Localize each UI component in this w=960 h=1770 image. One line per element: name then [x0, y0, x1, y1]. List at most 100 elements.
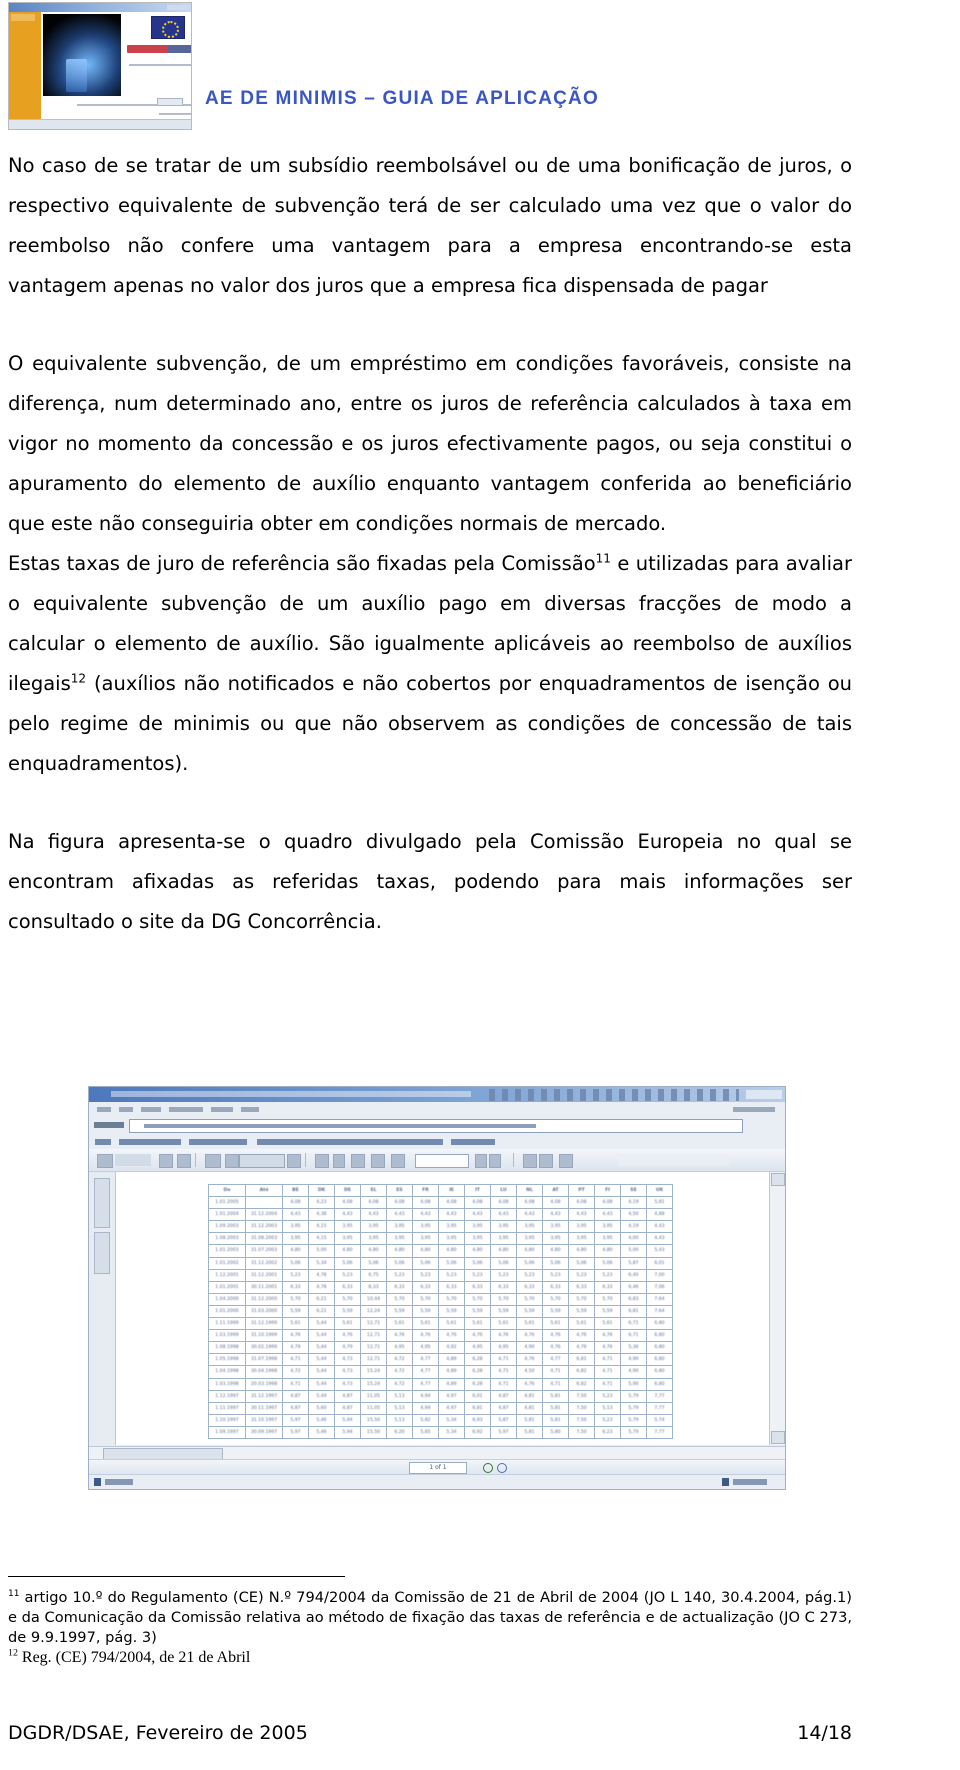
table-cell: 5,44	[308, 1365, 335, 1379]
table-cell: 5,23	[386, 1268, 413, 1282]
table-cell: 5,87	[490, 1413, 517, 1427]
rotate-cw-icon[interactable]	[489, 1154, 501, 1168]
table-cell: 1.03.1998	[208, 1377, 246, 1391]
save-copy-button[interactable]	[97, 1154, 113, 1168]
link-free-hotmail[interactable]	[189, 1139, 247, 1145]
table-cell	[245, 1196, 283, 1210]
save-copy-label	[115, 1154, 151, 1166]
print-icon[interactable]	[159, 1154, 173, 1168]
table-cell: 4,76	[490, 1329, 517, 1343]
link-customize[interactable]	[119, 1139, 181, 1145]
select-text-icon[interactable]	[225, 1154, 239, 1168]
fit-width-icon[interactable]	[391, 1154, 405, 1168]
table-cell: 4,71	[282, 1353, 309, 1367]
address-input[interactable]	[129, 1119, 743, 1133]
table-cell: 4,88	[646, 1208, 673, 1222]
table-cell: 5,59	[464, 1304, 491, 1319]
table-cell: 4,43	[386, 1208, 413, 1222]
table-cell: 4,08	[516, 1196, 543, 1210]
table-header-cell: Até	[245, 1183, 283, 1198]
table-cell: 5,70	[516, 1292, 543, 1306]
table-cell: 5,44	[308, 1353, 335, 1367]
table-cell: 4,08	[568, 1196, 595, 1210]
table-cell: 30.02.1999	[245, 1341, 283, 1355]
table-cell: 6,33	[412, 1280, 439, 1294]
fit-page-icon[interactable]	[371, 1154, 385, 1168]
table-cell: 31.12.2003	[245, 1220, 283, 1234]
table-cell: 4,08	[282, 1196, 309, 1210]
table-cell: 4,94	[412, 1401, 439, 1415]
zoom-level-box[interactable]	[415, 1154, 469, 1168]
rotate-ccw-icon[interactable]	[475, 1154, 487, 1168]
continuous-view-icon[interactable]	[497, 1463, 507, 1473]
table-cell: 3,95	[334, 1220, 361, 1234]
table-row: 1.04.1998 30.04.1998 4,72 5,44 4,73 15,24 4,72…	[208, 1365, 673, 1379]
table-cell: 4,23	[308, 1196, 335, 1210]
pdf-page: De Até BE DK DE EL ES FR IE IT LU NL AT PT FI SE UK 1.01…	[116, 1172, 769, 1445]
table-header-cell: UK	[646, 1183, 673, 1198]
search-icon[interactable]	[205, 1154, 221, 1168]
paragraph-3: Na figura apresenta-se o quadro divulgad…	[8, 830, 852, 933]
table-cell: 4,76	[542, 1341, 569, 1355]
select-text-dropdown[interactable]	[239, 1154, 285, 1168]
single-page-view-icon[interactable]	[483, 1463, 493, 1473]
table-cell: 7,64	[646, 1304, 673, 1319]
table-cell: 5,06	[594, 1256, 621, 1270]
page-header: AE DE MINIMIS – GUIA DE APLICAÇÃO	[0, 0, 960, 132]
table-cell: 7,06	[646, 1280, 673, 1294]
table-cell: 4,94	[412, 1389, 439, 1403]
table-cell: 5,06	[386, 1256, 413, 1270]
table-cell: 6,81	[464, 1401, 491, 1415]
table-cell: 3,95	[386, 1220, 413, 1234]
link-long[interactable]	[257, 1139, 443, 1145]
table-cell: 5,61	[464, 1317, 491, 1331]
link-windows[interactable]	[451, 1139, 495, 1145]
table-cell: 4,79	[334, 1341, 361, 1355]
table-cell: 4,79	[282, 1341, 309, 1355]
zoom-in-icon[interactable]	[333, 1154, 345, 1168]
snapshot-icon[interactable]	[287, 1154, 301, 1168]
table-cell: 7,77	[646, 1401, 673, 1415]
find-icon[interactable]	[559, 1154, 573, 1168]
table-cell: 5,70	[282, 1292, 309, 1306]
table-cell: 5,90	[620, 1377, 647, 1391]
figure-reference-rates: De Até BE DK DE EL ES FR IE IT LU NL AT PT FI SE UK 1.01…	[88, 1086, 786, 1490]
table-cell: 4,50	[516, 1365, 543, 1379]
table-cell: 4,72	[386, 1377, 413, 1391]
prev-view-icon[interactable]	[523, 1154, 537, 1168]
zoom-out-icon[interactable]	[315, 1154, 329, 1168]
bookmarks-tab[interactable]	[94, 1178, 110, 1228]
scroll-up-icon[interactable]	[771, 1173, 785, 1186]
pages-tab[interactable]	[94, 1232, 110, 1274]
email-icon[interactable]	[177, 1154, 191, 1168]
table-cell: 3,95	[282, 1232, 309, 1246]
table-cell: 5,81	[542, 1401, 569, 1415]
menu-favorites	[169, 1107, 203, 1112]
page-number-indicator[interactable]: 1 of 1	[409, 1462, 467, 1474]
table-cell: 31.07.1998	[245, 1353, 283, 1367]
table-cell: 12,71	[360, 1329, 387, 1343]
table-cell: 4,08	[360, 1196, 387, 1210]
table-cell: 3,95	[412, 1232, 439, 1246]
table-cell: 4,43	[516, 1208, 543, 1222]
table-row: 1.01.2005 4,08 4,23 4,08 4,08 4,08 4,08 4,08 4,0…	[208, 1196, 673, 1210]
pdf-navigation-pane[interactable]	[89, 1172, 116, 1445]
next-view-icon[interactable]	[539, 1154, 553, 1168]
table-cell: 6,82	[568, 1365, 595, 1379]
table-cell: 4,00	[620, 1232, 647, 1246]
table-cell: 3,95	[386, 1232, 413, 1246]
scroll-down-icon[interactable]	[771, 1431, 785, 1444]
logo-photo-image	[43, 14, 121, 96]
table-cell: 6,46	[620, 1280, 647, 1294]
footnote-separator	[8, 1576, 345, 1577]
actual-size-icon[interactable]	[351, 1154, 365, 1168]
table-cell: 4,90	[620, 1353, 647, 1367]
table-cell: 3,95	[568, 1232, 595, 1246]
table-cell: 5,59	[412, 1304, 439, 1319]
table-row: 1.03.1999 31.10.1999 4,76 5,44 4,76 12,71 4,76…	[208, 1329, 673, 1343]
table-cell: 1.01.2005	[208, 1196, 246, 1210]
table-cell: 4,95	[412, 1341, 439, 1355]
pdf-vertical-scrollbar[interactable]	[769, 1172, 785, 1445]
table-cell: 3,95	[490, 1220, 517, 1234]
table-cell: 3,95	[490, 1232, 517, 1246]
